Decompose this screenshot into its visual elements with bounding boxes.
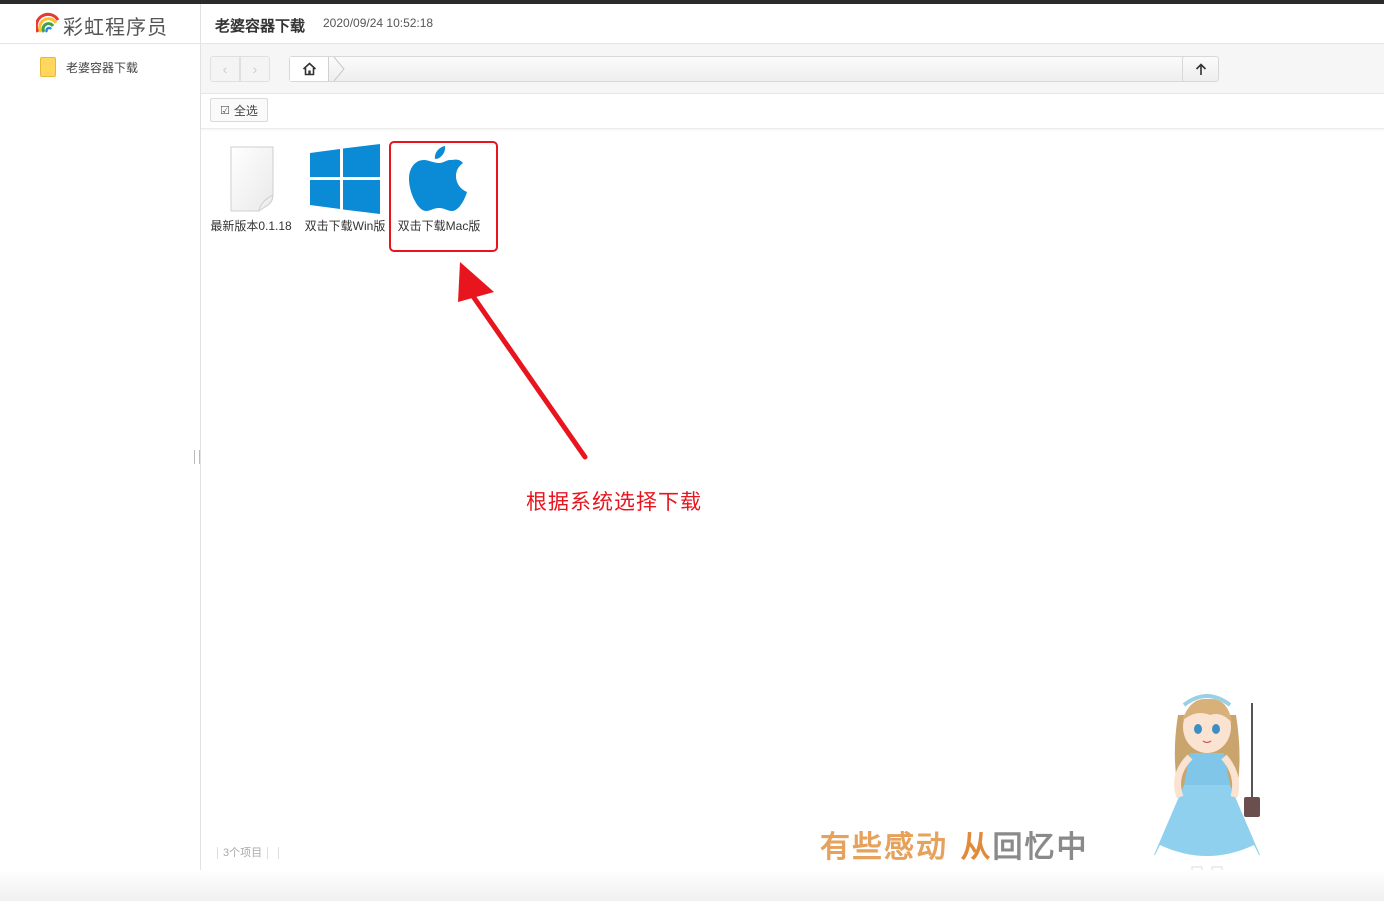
brand-name: 彩虹程序员 <box>63 15 168 39</box>
arrow-up-icon <box>1195 62 1206 75</box>
widget-caption-part2: 从 <box>960 830 993 865</box>
widget-caption: 有些感动 从回忆中 <box>820 822 1088 866</box>
sidebar-item-label: 老婆容器下载 <box>66 60 139 75</box>
annotation-arrow-icon <box>458 262 588 460</box>
file-item[interactable]: 最新版本0.1.18 <box>207 141 295 253</box>
breadcrumb-separator-icon <box>333 57 345 81</box>
file-item[interactable]: 双击下载Mac版 <box>395 141 483 253</box>
checkbox-icon: ☑ <box>220 104 230 117</box>
header: 老婆容器下载 2020/09/24 10:52:18 <box>201 4 1384 44</box>
file-name: 双击下载Win版 <box>304 219 386 233</box>
breadcrumb-home[interactable] <box>290 57 329 81</box>
divider <box>217 847 218 860</box>
select-all-button[interactable]: ☑ 全选 <box>210 98 268 122</box>
home-icon <box>302 62 316 76</box>
timestamp: 2020/09/24 10:52:18 <box>323 16 434 30</box>
divider <box>267 847 269 860</box>
anime-mascot-icon[interactable] <box>1140 685 1275 901</box>
sidebar: 彩虹程序员 老婆容器下载 <box>0 4 201 870</box>
annotation-text: 根据系统选择下载 <box>526 490 702 514</box>
status-bar: 3个项目 <box>212 844 284 860</box>
divider <box>278 847 280 860</box>
toolbar: ‹ › <box>201 44 1384 94</box>
sidebar-resize-handle[interactable] <box>194 450 200 464</box>
apple-logo-icon <box>409 146 467 211</box>
widget-caption-part3: 回忆中 <box>992 830 1089 865</box>
chevron-right-icon: › <box>252 61 258 77</box>
item-count: 3个项目 <box>223 847 263 859</box>
document-icon <box>230 146 274 212</box>
file-name: 双击下载Mac版 <box>397 219 481 233</box>
folder-icon <box>40 57 56 77</box>
sidebar-item-laopo-downloads[interactable]: 老婆容器下载 <box>30 56 190 78</box>
forward-button[interactable]: › <box>240 56 270 82</box>
page-title: 老婆容器下载 <box>215 18 306 35</box>
file-name: 最新版本0.1.18 <box>210 219 292 233</box>
file-item[interactable]: 双击下载Win版 <box>301 141 389 253</box>
rainbow-icon <box>36 12 60 33</box>
bottom-shadow <box>0 870 1384 901</box>
action-bar: ☑ 全选 <box>201 94 1384 129</box>
up-directory-button[interactable] <box>1182 56 1219 82</box>
brand: 彩虹程序员 <box>0 4 200 44</box>
windows-logo-icon <box>310 144 380 214</box>
chevron-left-icon: ‹ <box>222 61 228 77</box>
back-button[interactable]: ‹ <box>210 56 240 82</box>
select-all-label: 全选 <box>233 103 258 118</box>
address-bar[interactable] <box>289 56 1218 82</box>
widget-caption-part1: 有些感动 <box>820 830 961 865</box>
